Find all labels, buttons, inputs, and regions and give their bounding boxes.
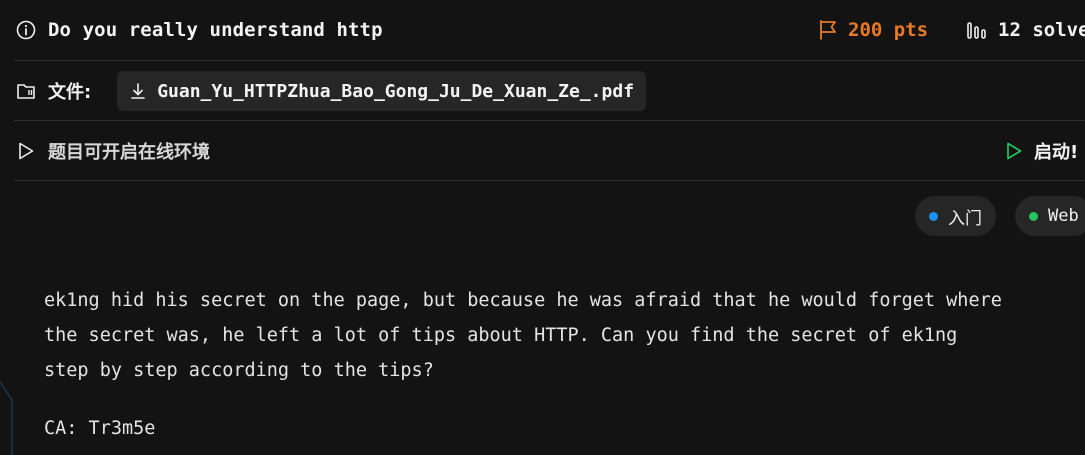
challenge-title: Do you really understand http xyxy=(48,19,383,41)
background-decoration xyxy=(0,381,13,455)
play-icon xyxy=(16,141,36,161)
tag-intro[interactable]: 入门 xyxy=(915,196,996,236)
points-display: 200 pts xyxy=(818,0,928,60)
challenge-panel: Do you really understand http 200 pts 12… xyxy=(0,0,1085,455)
challenge-header: Do you really understand http xyxy=(16,0,383,60)
challenge-author: CA: Tr3m5e xyxy=(44,418,156,439)
start-label: 启动! xyxy=(1034,142,1079,163)
description-line: ek1ng hid his secret on the page, but be… xyxy=(44,290,1002,311)
tag-web[interactable]: Web xyxy=(1015,196,1085,236)
folder-icon xyxy=(16,81,38,101)
tag-dot xyxy=(929,211,938,221)
bar-chart-icon xyxy=(966,20,988,40)
description-line: the secret was, he left a lot of tips ab… xyxy=(44,325,958,346)
attachment-label: 文件: xyxy=(48,82,92,103)
info-icon xyxy=(16,20,36,40)
environment-row: 题目可开启在线环境 xyxy=(16,121,210,181)
solves-display: 12 solve xyxy=(966,0,1085,60)
attachment-filename: Guan_Yu_HTTPZhua_Bao_Gong_Ju_De_Xuan_Ze_… xyxy=(157,80,635,102)
tag-label: Web xyxy=(1048,206,1079,226)
solves-count: 12 solve xyxy=(998,19,1085,41)
points-value: 200 pts xyxy=(848,19,929,41)
start-environment-button[interactable]: 启动! xyxy=(1004,121,1078,181)
download-file-button[interactable]: Guan_Yu_HTTPZhua_Bao_Gong_Ju_De_Xuan_Ze_… xyxy=(117,71,647,111)
tag-dot xyxy=(1029,211,1038,221)
tag-label: 入门 xyxy=(948,208,982,229)
divider xyxy=(14,180,1085,181)
attachment-row: 文件: Guan_Yu_HTTPZhua_Bao_Gong_Ju_De_Xuan… xyxy=(16,61,647,121)
environment-label: 题目可开启在线环境 xyxy=(48,142,210,163)
flag-icon xyxy=(818,19,838,41)
description-line: step by step according to the tips? xyxy=(44,360,434,381)
download-icon xyxy=(129,82,147,100)
play-icon xyxy=(1004,141,1024,161)
challenge-description: ek1ng hid his secret on the page, but be… xyxy=(44,283,1084,388)
